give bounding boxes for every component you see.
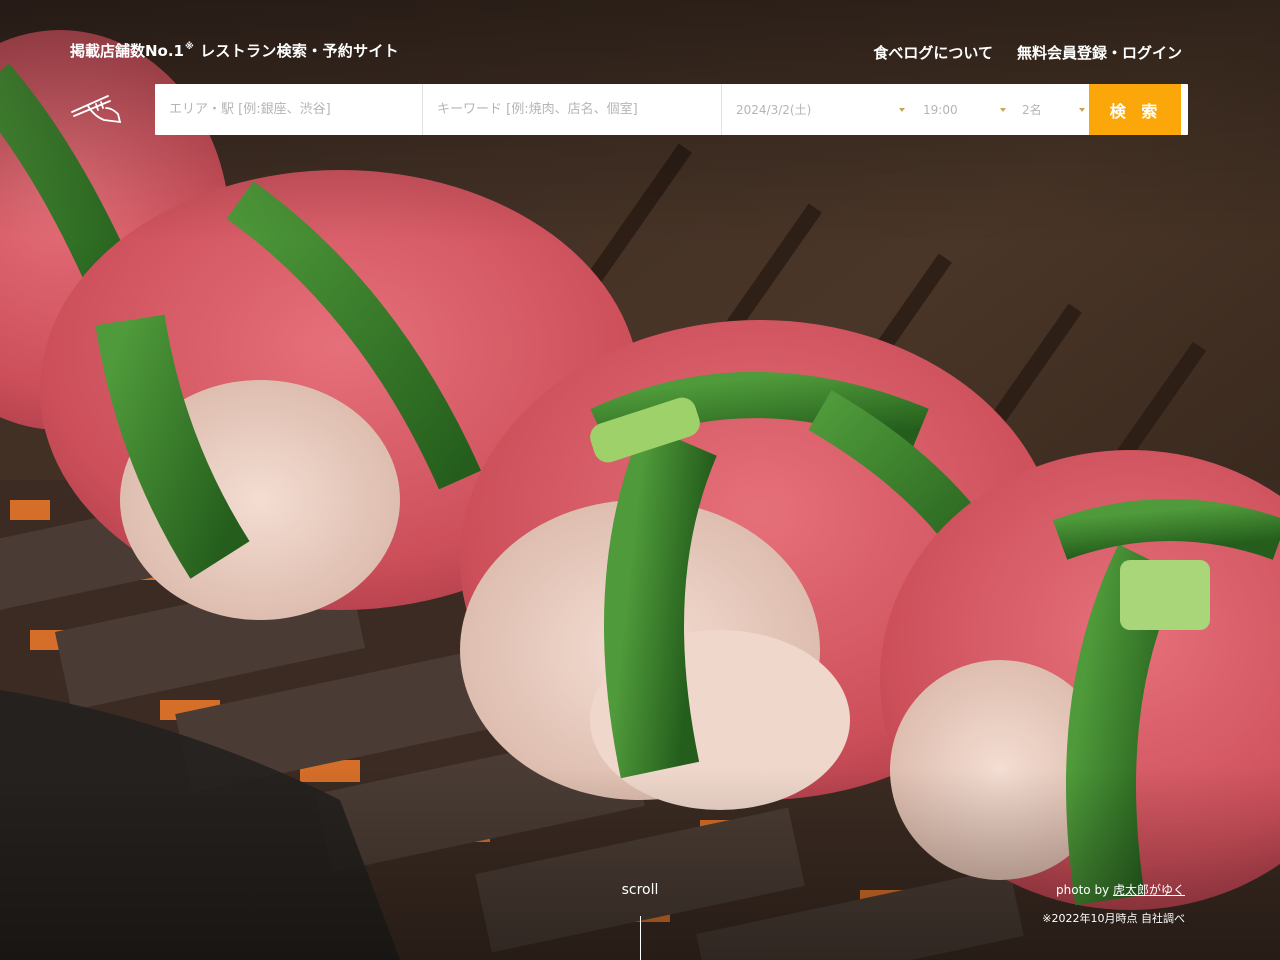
site-tagline: 掲載店舗数No.1※ レストラン検索・予約サイト [70,40,399,61]
tagline-mark: ※ [185,42,195,52]
people-value: 2名 [1022,103,1042,117]
date-select[interactable]: 2024/3/2(土) [722,84,909,135]
about-link[interactable]: 食べログについて [873,42,993,63]
caret-down-icon [1000,107,1006,112]
scroll-label[interactable]: scroll [622,882,659,898]
caret-down-icon [1079,107,1085,112]
hero-section: 掲載店舗数No.1※ レストラン検索・予約サイト 食べログについて 無料会員登録・… [0,0,1280,960]
keyword-input[interactable] [423,84,721,135]
photo-author-link[interactable]: 虎太郎がゆく [1113,883,1185,897]
people-select[interactable]: 2名 [1010,84,1089,135]
scroll-line [640,916,641,960]
date-value: 2024/3/2(土) [736,103,812,117]
area-field [155,84,423,135]
footnote: ※2022年10月時点 自社調べ [1042,912,1185,925]
photo-credit: photo by 虎太郎がゆく [1056,881,1185,898]
hero-background-photo [0,0,1280,960]
search-button[interactable]: 検 索 [1089,84,1181,135]
chopsticks-logo-icon[interactable] [68,92,124,128]
tagline-rest: レストラン検索・予約サイト [200,42,399,60]
tagline-brand: 掲載店舗数No.1 [70,42,184,60]
photo-credit-prefix: photo by [1056,883,1113,897]
register-login-link[interactable]: 無料会員登録・ログイン [1017,42,1182,63]
header-nav: 食べログについて 無料会員登録・ログイン [873,42,1182,63]
search-bar: 2024/3/2(土) 19:00 2名 検 索 [155,84,1188,135]
time-value: 19:00 [923,102,958,117]
time-select[interactable]: 19:00 [909,84,1010,135]
area-input[interactable] [155,84,422,135]
keyword-field [423,84,722,135]
caret-down-icon [899,107,905,112]
